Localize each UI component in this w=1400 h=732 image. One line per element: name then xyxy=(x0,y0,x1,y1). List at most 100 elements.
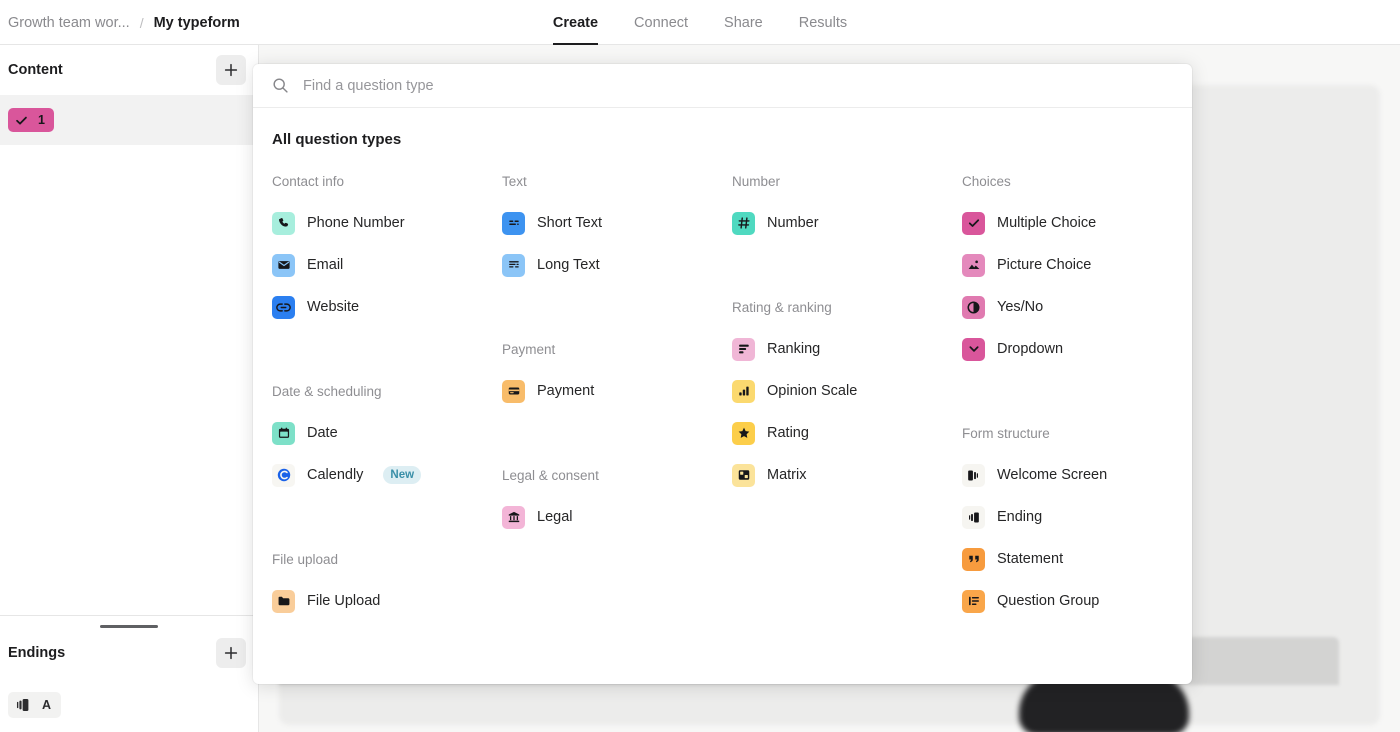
group-title-contact-info: Contact info xyxy=(272,160,502,202)
quote-icon xyxy=(962,548,985,571)
phone-icon xyxy=(272,212,295,235)
calendly-icon xyxy=(272,464,295,487)
question-type-label: Question Group xyxy=(997,593,1099,609)
half-circle-icon xyxy=(962,296,985,319)
question-type-label: Statement xyxy=(997,551,1063,567)
tab-results[interactable]: Results xyxy=(799,0,847,45)
list-icon xyxy=(962,590,985,613)
group-title-number: Number xyxy=(732,160,962,202)
question-type-label: Long Text xyxy=(537,257,600,273)
question-type-label: Opinion Scale xyxy=(767,383,857,399)
question-type-long-text[interactable]: Long Text xyxy=(498,244,732,286)
question-type-rating[interactable]: Rating xyxy=(728,412,962,454)
column-choices-structure: Choices Multiple Choice Picture Choice xyxy=(962,160,1192,622)
question-type-phone-number[interactable]: Phone Number xyxy=(268,202,502,244)
question-type-columns: Contact info Phone Number Email xyxy=(253,148,1192,622)
question-type-label: Payment xyxy=(537,383,594,399)
question-type-legal[interactable]: Legal xyxy=(498,496,732,538)
top-bar: Growth team wor... / My typeform Create … xyxy=(0,0,1400,45)
question-type-label: Date xyxy=(307,425,338,441)
group-title-payment: Payment xyxy=(502,328,732,370)
question-type-website[interactable]: Website xyxy=(268,286,502,328)
folder-icon xyxy=(272,590,295,613)
group-title-rating-ranking: Rating & ranking xyxy=(732,286,962,328)
question-type-ranking[interactable]: Ranking xyxy=(728,328,962,370)
tab-share[interactable]: Share xyxy=(724,0,763,45)
question-type-label: Ending xyxy=(997,509,1042,525)
question-type-picker: All question types Contact info Phone Nu… xyxy=(253,64,1192,684)
question-type-email[interactable]: Email xyxy=(268,244,502,286)
ending-letter: A xyxy=(42,698,51,712)
question-type-label: Rating xyxy=(767,425,809,441)
star-icon xyxy=(732,422,755,445)
card-icon xyxy=(502,380,525,403)
question-type-label: Picture Choice xyxy=(997,257,1091,273)
question-type-label: Dropdown xyxy=(997,341,1063,357)
add-content-button[interactable] xyxy=(216,55,246,85)
question-type-label: Welcome Screen xyxy=(997,467,1107,483)
tab-create[interactable]: Create xyxy=(553,0,598,45)
group-title-date-scheduling: Date & scheduling xyxy=(272,370,502,412)
envelope-icon xyxy=(272,254,295,277)
left-sidebar: Content 1 Endings xyxy=(0,45,259,732)
question-type-label: Multiple Choice xyxy=(997,215,1096,231)
question-type-number[interactable]: Number xyxy=(728,202,962,244)
question-type-label: Calendly xyxy=(307,467,363,483)
new-badge: New xyxy=(383,466,421,484)
content-item-list: 1 xyxy=(0,95,258,145)
group-title-file-upload: File upload xyxy=(272,538,502,580)
spacer xyxy=(272,496,502,538)
content-panel-title: Content xyxy=(8,62,216,78)
ending-icon xyxy=(962,506,985,529)
question-type-label: Matrix xyxy=(767,467,806,483)
link-icon xyxy=(272,296,295,319)
welcome-screen-icon xyxy=(962,464,985,487)
typeform-editor: Growth team wor... / My typeform Create … xyxy=(0,0,1400,732)
endings-panel-header: Endings xyxy=(0,628,258,678)
question-type-calendly[interactable]: Calendly New xyxy=(268,454,502,496)
tab-connect[interactable]: Connect xyxy=(634,0,688,45)
short-text-icon xyxy=(502,212,525,235)
question-type-opinion-scale[interactable]: Opinion Scale xyxy=(728,370,962,412)
question-type-welcome-screen[interactable]: Welcome Screen xyxy=(958,454,1192,496)
search-input[interactable] xyxy=(303,78,1173,94)
add-ending-button[interactable] xyxy=(216,638,246,668)
ending-chip: A xyxy=(8,692,61,718)
group-title-choices: Choices xyxy=(962,160,1192,202)
spacer xyxy=(502,286,732,328)
question-type-question-group[interactable]: Question Group xyxy=(958,580,1192,622)
chevron-down-icon xyxy=(962,338,985,361)
question-type-matrix[interactable]: Matrix xyxy=(728,454,962,496)
column-number-rating: Number Number Rating & ranking Ranking xyxy=(732,160,962,622)
search-bar xyxy=(253,64,1192,108)
spacer xyxy=(272,328,502,370)
check-icon xyxy=(15,114,28,127)
matrix-icon xyxy=(732,464,755,487)
question-type-label: Short Text xyxy=(537,215,602,231)
question-type-label: Ranking xyxy=(767,341,820,357)
search-icon xyxy=(272,77,289,94)
question-type-dropdown[interactable]: Dropdown xyxy=(958,328,1192,370)
bars-icon xyxy=(732,380,755,403)
question-type-statement[interactable]: Statement xyxy=(958,538,1192,580)
question-type-date[interactable]: Date xyxy=(268,412,502,454)
bank-icon xyxy=(502,506,525,529)
question-type-picture-choice[interactable]: Picture Choice xyxy=(958,244,1192,286)
spacer xyxy=(732,244,962,286)
question-type-label: Number xyxy=(767,215,819,231)
question-type-multiple-choice[interactable]: Multiple Choice xyxy=(958,202,1192,244)
spacer xyxy=(502,412,732,454)
question-type-yes-no[interactable]: Yes/No xyxy=(958,286,1192,328)
long-text-icon xyxy=(502,254,525,277)
question-type-label: Email xyxy=(307,257,343,273)
question-type-payment[interactable]: Payment xyxy=(498,370,732,412)
question-type-ending[interactable]: Ending xyxy=(958,496,1192,538)
question-type-label: Website xyxy=(307,299,359,315)
content-item-1[interactable]: 1 xyxy=(0,95,258,145)
question-type-short-text[interactable]: Short Text xyxy=(498,202,732,244)
plus-icon xyxy=(224,646,238,660)
question-number: 1 xyxy=(38,113,45,127)
question-type-file-upload[interactable]: File Upload xyxy=(268,580,502,622)
ending-item-a[interactable]: A xyxy=(0,678,258,732)
group-title-text: Text xyxy=(502,160,732,202)
